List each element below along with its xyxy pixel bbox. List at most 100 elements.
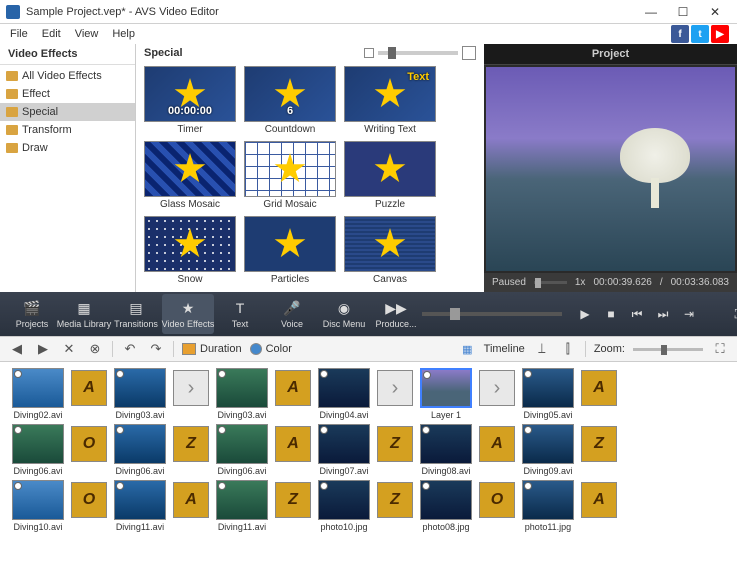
transition-slot[interactable]: O (478, 480, 516, 520)
clip[interactable]: Diving09.avi (520, 424, 576, 476)
youtube-icon[interactable]: ▶ (711, 25, 729, 43)
effect-countdown[interactable]: 6Countdown (244, 66, 336, 135)
undo-button[interactable]: ↶ (121, 340, 139, 358)
transition-slot[interactable]: A (172, 480, 210, 520)
fit-zoom-button[interactable]: ⛶ (711, 340, 729, 358)
clip[interactable]: Diving05.avi (520, 368, 576, 420)
clip[interactable]: Diving11.avi (214, 480, 270, 532)
scrubber-thumb[interactable] (450, 308, 460, 320)
minimize-button[interactable]: — (635, 1, 667, 23)
effect-particles[interactable]: Particles (244, 216, 336, 285)
transition-slot[interactable]: A (478, 424, 516, 464)
menu-help[interactable]: Help (106, 26, 141, 42)
transition-slot[interactable]: O (70, 424, 108, 464)
effect-grid-mosaic[interactable]: Grid Mosaic (244, 141, 336, 210)
tree-item-effect[interactable]: Effect (0, 85, 135, 103)
clip[interactable]: photo11.jpg (520, 480, 576, 532)
next-frame-button[interactable]: ⏭ (652, 303, 674, 325)
transition-slot[interactable]: › (172, 368, 210, 408)
transition-slot[interactable]: Z (580, 424, 618, 464)
mode-transitions[interactable]: ▤Transitions (110, 294, 162, 334)
maximize-button[interactable]: ☐ (667, 1, 699, 23)
transition-slot[interactable]: A (580, 368, 618, 408)
fullscreen-button[interactable]: ⛶ (728, 303, 737, 325)
clip-marker-icon (320, 426, 328, 434)
seek-thumb[interactable] (535, 278, 541, 288)
split-button[interactable]: ⫿ (559, 340, 577, 358)
effect-puzzle[interactable]: Puzzle (344, 141, 436, 210)
transition-slot[interactable]: Z (376, 424, 414, 464)
clip[interactable]: Diving03.avi (214, 368, 270, 420)
tree-item-transform[interactable]: Transform (0, 121, 135, 139)
mode-disc-menu[interactable]: ◉Disc Menu (318, 294, 370, 334)
effect-writing-text[interactable]: TextWriting Text (344, 66, 436, 135)
transition-slot[interactable]: Z (274, 480, 312, 520)
preview-tab-project[interactable]: Project (484, 44, 737, 65)
preview-viewport[interactable] (486, 67, 735, 271)
mode-media-library[interactable]: ▦Media Library (58, 294, 110, 334)
menu-edit[interactable]: Edit (36, 26, 67, 42)
close-button[interactable]: ✕ (699, 1, 731, 23)
transition-slot[interactable]: A (580, 480, 618, 520)
transition-slot[interactable]: O (70, 480, 108, 520)
duration-button[interactable]: Duration (182, 343, 242, 355)
clip[interactable]: Diving04.avi (316, 368, 372, 420)
clip[interactable]: photo10.jpg (316, 480, 372, 532)
menu-view[interactable]: View (69, 26, 105, 42)
clip[interactable]: Diving08.avi (418, 424, 474, 476)
facebook-icon[interactable]: f (671, 25, 689, 43)
mode-projects[interactable]: 🎬Projects (6, 294, 58, 334)
step-button[interactable]: ⇥ (678, 303, 700, 325)
delete-all-button[interactable]: ⊗ (86, 340, 104, 358)
seek-bar[interactable] (534, 281, 567, 284)
transition-slot[interactable]: A (274, 424, 312, 464)
delete-button[interactable]: ✕ (60, 340, 78, 358)
clip[interactable]: Layer 1 (418, 368, 474, 420)
transition-slot[interactable]: › (478, 368, 516, 408)
color-button[interactable]: Color (250, 343, 292, 355)
mode-text[interactable]: TText (214, 294, 266, 334)
tree-item-all-video-effects[interactable]: All Video Effects (0, 67, 135, 85)
clip[interactable]: Diving03.avi (112, 368, 168, 420)
clip[interactable]: Diving07.avi (316, 424, 372, 476)
prev-frame-button[interactable]: ⏮ (626, 303, 648, 325)
menu-file[interactable]: File (4, 26, 34, 42)
zoom-slider[interactable] (633, 348, 703, 351)
transition-slot[interactable]: Z (376, 480, 414, 520)
redo-button[interactable]: ↷ (147, 340, 165, 358)
effect-glass-mosaic[interactable]: Glass Mosaic (144, 141, 236, 210)
nav-back-button[interactable]: ◀ (8, 340, 26, 358)
effect-snow[interactable]: Snow (144, 216, 236, 285)
effect-canvas[interactable]: Canvas (344, 216, 436, 285)
clip[interactable]: Diving06.avi (10, 424, 66, 476)
transition-slot[interactable]: A (274, 368, 312, 408)
transition-slot[interactable]: › (376, 368, 414, 408)
tree-item-special[interactable]: Special (0, 103, 135, 121)
tree-item-draw[interactable]: Draw (0, 139, 135, 157)
timeline-scrubber[interactable] (422, 312, 562, 316)
mixer-button[interactable]: ⟘ (533, 340, 551, 358)
thumbnail-size-slider[interactable] (364, 46, 476, 60)
clip[interactable]: Diving11.avi (112, 480, 168, 532)
effect-timer[interactable]: 00:00:00Timer (144, 66, 236, 135)
transition-slot[interactable]: A (70, 368, 108, 408)
clip[interactable]: photo08.jpg (418, 480, 474, 532)
clip[interactable]: Diving10.avi (10, 480, 66, 532)
size-track[interactable] (378, 51, 458, 55)
clip[interactable]: Diving06.avi (112, 424, 168, 476)
timeline-view-button[interactable]: ▦ Timeline (462, 343, 525, 356)
mode-produce[interactable]: ▶▶Produce... (370, 294, 422, 334)
size-thumb[interactable] (388, 47, 396, 59)
mode-voice[interactable]: 🎤Voice (266, 294, 318, 334)
stop-button[interactable]: ■ (600, 303, 622, 325)
mode-video-effects[interactable]: ★Video Effects (162, 294, 214, 334)
nav-forward-button[interactable]: ▶ (34, 340, 52, 358)
twitter-icon[interactable]: t (691, 25, 709, 43)
zoom-thumb[interactable] (661, 345, 667, 355)
clip[interactable]: Diving02.avi (10, 368, 66, 420)
play-button[interactable]: ▶ (574, 303, 596, 325)
clip-thumb (12, 424, 64, 464)
mode-icon: ▤ (127, 299, 145, 317)
clip[interactable]: Diving06.avi (214, 424, 270, 476)
transition-slot[interactable]: Z (172, 424, 210, 464)
